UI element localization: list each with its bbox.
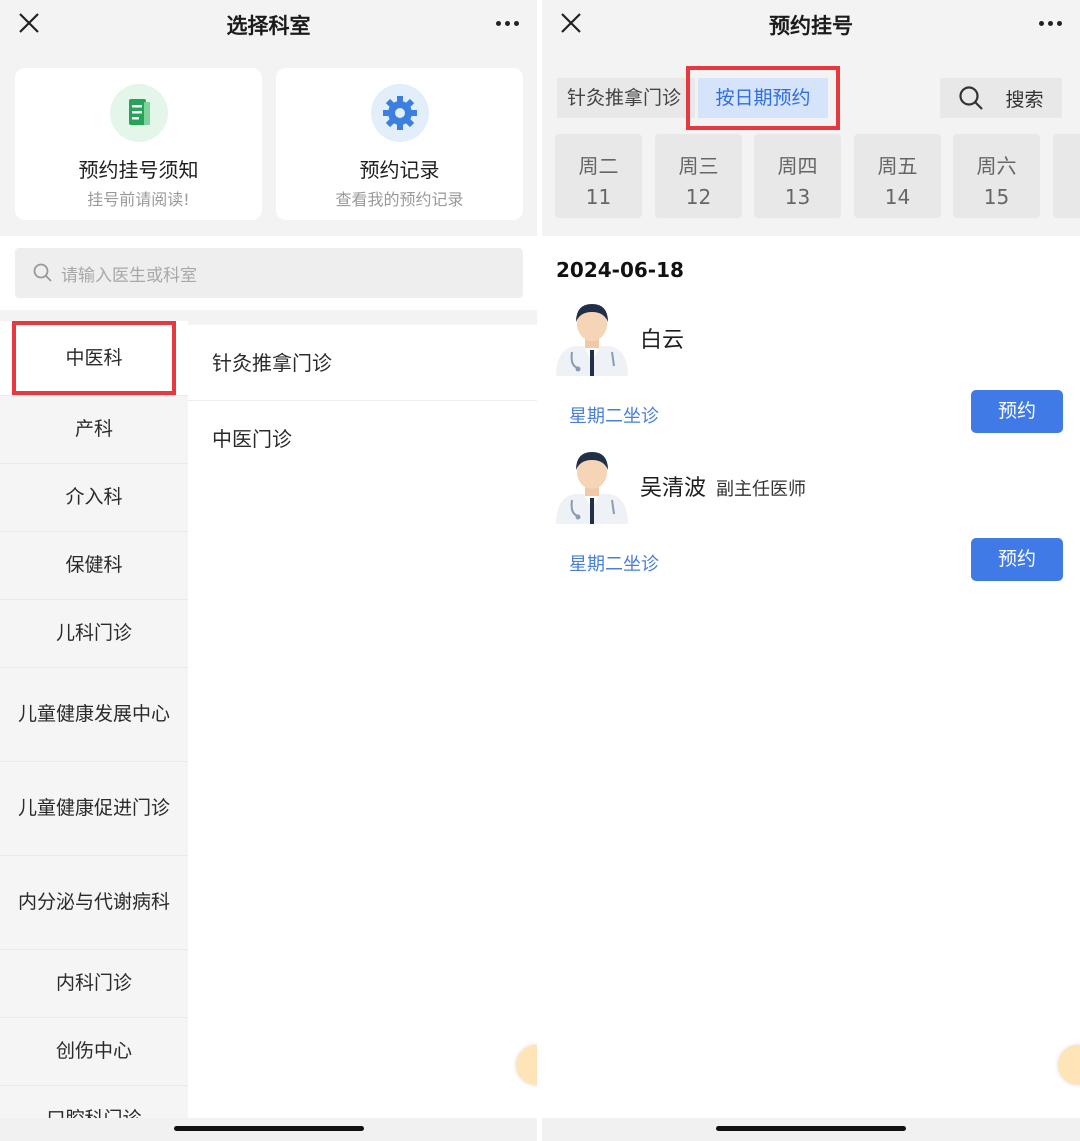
department-item[interactable]: 创伤中心: [0, 1018, 188, 1086]
search-label: 搜索: [1005, 88, 1044, 111]
department-item[interactable]: 保健科: [0, 532, 188, 600]
department-item[interactable]: 内分泌与代谢病科: [0, 856, 188, 950]
booking-header: 针灸推拿门诊 按日期预约 搜索 周二 11 周三 12 周四 13 周五 14 周六 15: [542, 50, 1080, 236]
doctor-name: 吴清波 副主任医师: [640, 476, 807, 501]
home-indicator: [716, 1126, 906, 1131]
clinic-item[interactable]: 针灸推拿门诊: [188, 325, 537, 401]
right-navbar: 预约挂号: [542, 0, 1080, 50]
date-tab[interactable]: 周三 12: [655, 134, 742, 218]
date-tab[interactable]: 周二 11: [555, 134, 642, 218]
close-icon[interactable]: [560, 12, 582, 34]
doctor-avatar-icon: [556, 304, 628, 376]
department-item[interactable]: 儿童健康发展中心: [0, 668, 188, 762]
more-icon[interactable]: [1034, 12, 1066, 34]
gear-icon: [370, 84, 429, 142]
highlight-frame: 按日期预约: [686, 66, 840, 130]
document-icon: [109, 84, 168, 142]
booking-records-card[interactable]: 预约记录 查看我的预约记录: [276, 68, 523, 220]
doctor-name: 白云: [640, 328, 685, 353]
department-item[interactable]: 中医科: [0, 321, 188, 396]
close-icon[interactable]: [18, 12, 40, 34]
schedule-text: 星期二坐诊: [569, 554, 659, 575]
schedule-text: 星期二坐诊: [569, 406, 659, 427]
booking-notice-card[interactable]: 预约挂号须知 挂号前请阅读!: [15, 68, 262, 220]
floating-button[interactable]: [1058, 1045, 1080, 1085]
search-icon: [959, 86, 984, 110]
date-tab[interactable]: 周六 15: [953, 134, 1040, 218]
card-title: 预约挂号须知: [78, 158, 199, 182]
department-item[interactable]: 介入科: [0, 464, 188, 532]
search-input[interactable]: 请输入医生或科室: [15, 248, 523, 298]
page-title: 选择科室: [226, 14, 311, 38]
home-indicator: [173, 1126, 364, 1131]
date-tab-partial[interactable]: [1053, 134, 1080, 218]
tab-by-date[interactable]: 按日期预约: [698, 78, 828, 118]
left-navbar: 选择科室: [0, 0, 537, 50]
date-tab[interactable]: 周四 13: [754, 134, 841, 218]
search-bar: 请输入医生或科室: [0, 236, 537, 310]
department-item[interactable]: 儿童健康促进门诊: [0, 762, 188, 856]
clinic-list: 针灸推拿门诊 中医门诊: [188, 325, 537, 1118]
card-title: 预约记录: [359, 158, 440, 182]
doctor-card: 白云 星期二坐诊 预约: [542, 296, 1080, 436]
book-button[interactable]: 预约: [971, 538, 1063, 581]
tab-clinic[interactable]: 针灸推拿门诊: [557, 78, 695, 118]
card-subtitle: 查看我的预约记录: [335, 190, 464, 209]
department-item[interactable]: 产科: [0, 396, 188, 464]
selected-date: 2024-06-18: [556, 258, 684, 282]
search-button[interactable]: 搜索: [940, 78, 1062, 118]
card-subtitle: 挂号前请阅读!: [87, 190, 190, 209]
department-list: 中医科 产科 介入科 保健科 儿科门诊 儿童健康发展中心 儿童健康促进门诊 内分…: [0, 321, 188, 1118]
more-icon[interactable]: [491, 12, 523, 34]
doctor-avatar-icon: [556, 452, 628, 524]
department-item[interactable]: 内科门诊: [0, 950, 188, 1018]
doctor-card: 吴清波 副主任医师 星期二坐诊 预约: [542, 444, 1080, 584]
department-panel: 选择科室 预约挂号须知 挂号前请阅读! 预约记录 查看我的预约记录 请输入医生或…: [0, 0, 537, 1141]
doctor-title: 副主任医师: [716, 479, 807, 500]
booking-panel: 预约挂号 针灸推拿门诊 按日期预约 搜索 周二 11 周三 12 周四 13 周五 14…: [542, 0, 1080, 1141]
date-tab[interactable]: 周五 14: [854, 134, 941, 218]
search-icon: [33, 263, 52, 282]
department-item[interactable]: 儿科门诊: [0, 600, 188, 668]
page-title: 预约挂号: [769, 14, 853, 38]
clinic-item[interactable]: 中医门诊: [188, 401, 537, 477]
search-placeholder: 请输入医生或科室: [61, 265, 197, 286]
department-item[interactable]: 口腔科门诊: [0, 1086, 188, 1118]
book-button[interactable]: 预约: [971, 390, 1063, 433]
